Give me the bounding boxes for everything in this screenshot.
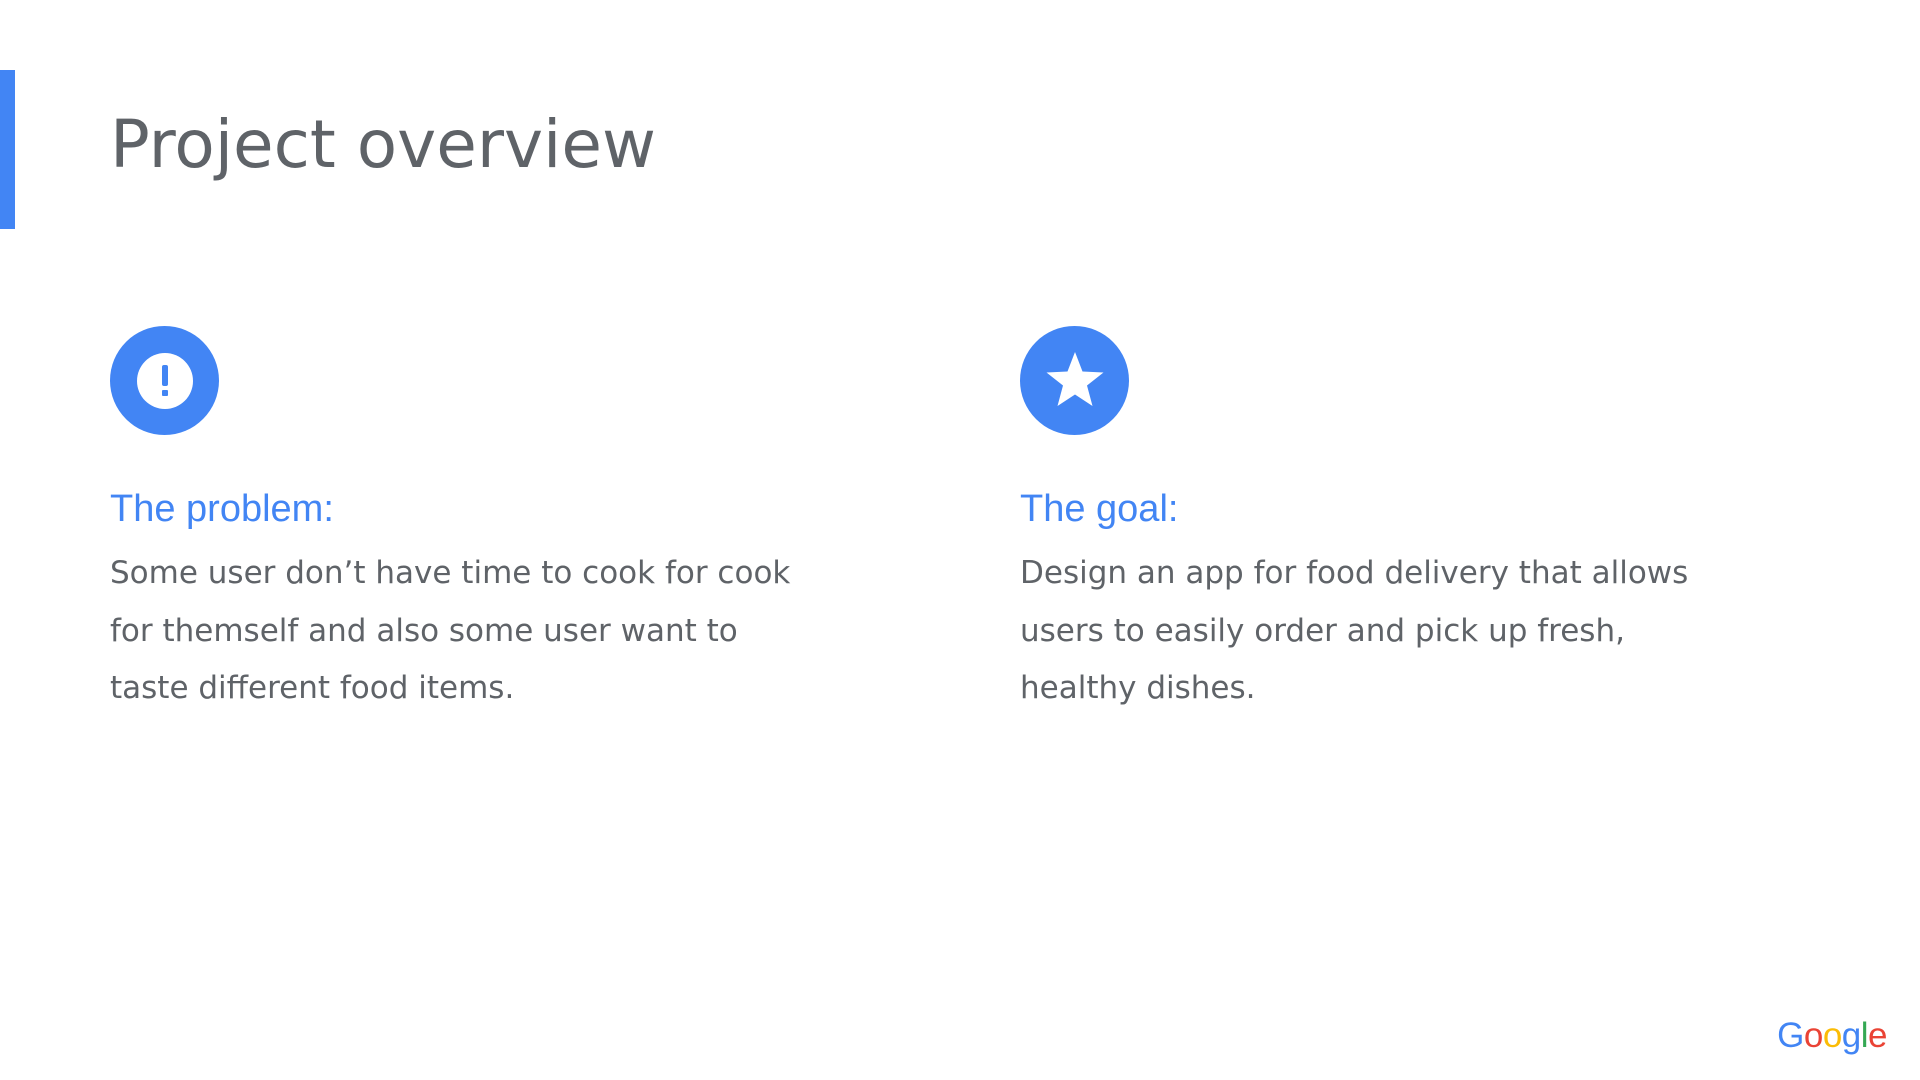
logo-letter: l [1860,1016,1869,1055]
goal-section: The goal: Design an app for food deliver… [1020,326,1780,718]
goal-heading: The goal: [1020,488,1179,530]
google-logo: Google [1777,1016,1887,1056]
logo-letter: o [1803,1016,1823,1055]
problem-text: Some user don’t have time to cook for co… [110,555,791,706]
logo-letter: G [1777,1016,1804,1055]
star-circle-icon [1020,326,1129,435]
slide: Project overview The problem: Some user … [0,0,1920,1080]
goal-text: Design an app for food delivery that all… [1020,555,1689,706]
problem-section: The problem: Some user don’t have time t… [110,326,870,718]
logo-letter: o [1822,1016,1842,1055]
page-title: Project overview [110,106,656,183]
logo-letter: e [1868,1016,1887,1055]
exclamation-circle-icon [110,326,219,435]
problem-heading: The problem: [110,488,334,530]
logo-letter: g [1841,1016,1861,1055]
accent-bar [0,70,15,229]
